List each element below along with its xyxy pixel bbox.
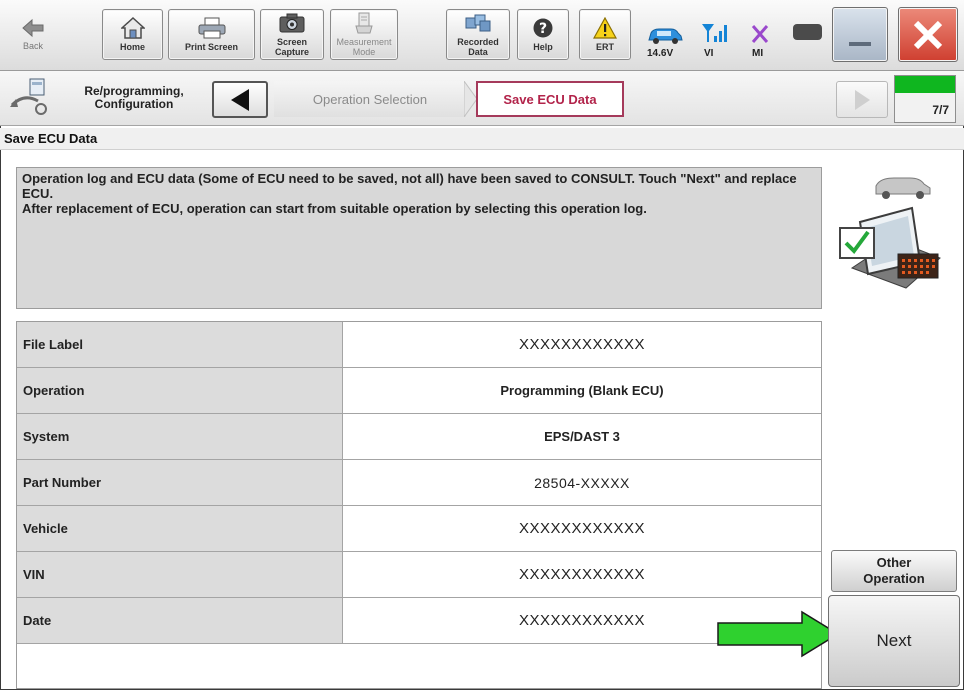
- signal-icon: [702, 23, 727, 42]
- table-row-value: XXXXXXXXXXXX: [343, 322, 821, 367]
- page-title: Save ECU Data: [0, 128, 964, 150]
- back-label: Back: [22, 41, 43, 51]
- help-button[interactable]: ? Help: [517, 9, 569, 60]
- print-screen-label: Print Screen: [184, 42, 239, 52]
- message-line-1: Operation log and ECU data (Some of ECU …: [22, 171, 797, 201]
- svg-text:?: ?: [539, 21, 547, 37]
- table-row-label: Date: [17, 598, 343, 643]
- car-icon: [648, 28, 683, 44]
- mode-title: Re/programming, Configuration: [84, 84, 184, 111]
- message-box: Operation log and ECU data (Some of ECU …: [16, 167, 822, 309]
- next-step-arrow-button[interactable]: [836, 81, 888, 118]
- home-button[interactable]: Home: [102, 9, 163, 60]
- table-row-label: File Label: [17, 322, 343, 367]
- table-row: System EPS/DAST 3: [17, 414, 821, 460]
- previous-step-button[interactable]: [212, 81, 268, 118]
- voltage-label: 14.6V: [647, 48, 674, 59]
- table-row-value: Programming (Blank ECU): [343, 368, 821, 413]
- other-operation-button[interactable]: Other Operation: [831, 550, 957, 592]
- table-row-value: XXXXXXXXXXXX: [343, 552, 821, 597]
- table-row-label: Operation: [17, 368, 343, 413]
- step-progress: 7/7: [894, 75, 956, 123]
- help-icon: ?: [533, 18, 553, 38]
- table-row-label: Vehicle: [17, 506, 343, 551]
- close-button[interactable]: [898, 7, 958, 62]
- table-row: Date XXXXXXXXXXXX: [17, 598, 821, 644]
- recorded-data-icon: [465, 14, 491, 32]
- message-line-2: After replacement of ECU, operation can …: [22, 201, 647, 216]
- help-label: Help: [533, 42, 553, 52]
- home-label: Home: [119, 42, 145, 52]
- top-toolbar: Back Home Print Screen Screen Capture Me…: [0, 0, 964, 71]
- reprogramming-icon: [10, 78, 47, 115]
- back-button[interactable]: Back: [6, 9, 60, 60]
- ert-button[interactable]: ERT: [579, 9, 631, 60]
- table-row: Operation Programming (Blank ECU): [17, 368, 821, 414]
- table-row-value: EPS/DAST 3: [343, 414, 821, 459]
- table-row: File Label XXXXXXXXXXXX: [17, 322, 821, 368]
- back-arrow-icon: [22, 18, 44, 38]
- close-icon: [913, 20, 943, 49]
- table-row-label: VIN: [17, 552, 343, 597]
- warning-icon: [593, 17, 617, 39]
- disconnect-x-icon: [751, 24, 769, 43]
- ecu-data-table: File Label XXXXXXXXXXXX Operation Progra…: [16, 321, 822, 689]
- crumb-save-ecu-data[interactable]: Save ECU Data: [476, 81, 624, 117]
- table-row-value: 28504-XXXXX: [343, 460, 821, 505]
- measurement-icon: [355, 12, 373, 34]
- green-arrow-icon: [717, 610, 840, 658]
- screen-capture-button[interactable]: Screen Capture: [260, 9, 324, 60]
- measurement-mode-label: Measurement Mode: [336, 37, 392, 57]
- mi-label: MI: [752, 48, 764, 59]
- table-row: Part Number 28504-XXXXX: [17, 460, 821, 506]
- minimize-icon: [849, 41, 871, 46]
- left-triangle-icon: [231, 88, 249, 111]
- table-row-label: System: [17, 414, 343, 459]
- next-button[interactable]: Next: [828, 595, 960, 687]
- recorded-data-label: Recorded Data: [457, 37, 499, 57]
- next-label: Next: [876, 631, 912, 650]
- ert-label: ERT: [596, 42, 614, 52]
- table-row-empty: [17, 644, 821, 688]
- breadcrumb: Re/programming, Configuration Operation …: [0, 71, 964, 126]
- step-progress-text: 7/7: [932, 103, 949, 117]
- measurement-mode-button[interactable]: Measurement Mode: [330, 9, 398, 60]
- vi-indicator: [694, 9, 734, 60]
- crumb-operation-selection[interactable]: Operation Selection: [274, 81, 466, 117]
- screen-capture-label: Screen Capture: [274, 37, 309, 57]
- camera-icon: [279, 13, 305, 33]
- home-icon: [120, 17, 145, 39]
- table-row-empty-label: [17, 644, 343, 688]
- table-row: VIN XXXXXXXXXXXX: [17, 552, 821, 598]
- right-triangle-icon: [855, 89, 870, 110]
- minimize-button[interactable]: [832, 7, 888, 62]
- vi-label: VI: [704, 48, 714, 59]
- recorded-data-button[interactable]: Recorded Data: [446, 9, 510, 60]
- printer-icon: [198, 17, 225, 39]
- table-row-value: XXXXXXXXXXXX: [343, 506, 821, 551]
- other-operation-label: Other Operation: [863, 555, 925, 586]
- table-row: Vehicle XXXXXXXXXXXX: [17, 506, 821, 552]
- crumb-operation-selection-label: Operation Selection: [312, 91, 428, 107]
- consult-device-icon: [839, 177, 941, 289]
- step-progress-fill: [895, 76, 955, 93]
- crumb-save-ecu-data-label: Save ECU Data: [503, 91, 597, 107]
- print-screen-button[interactable]: Print Screen: [168, 9, 255, 60]
- status-indicator: [793, 24, 822, 40]
- table-row-label: Part Number: [17, 460, 343, 505]
